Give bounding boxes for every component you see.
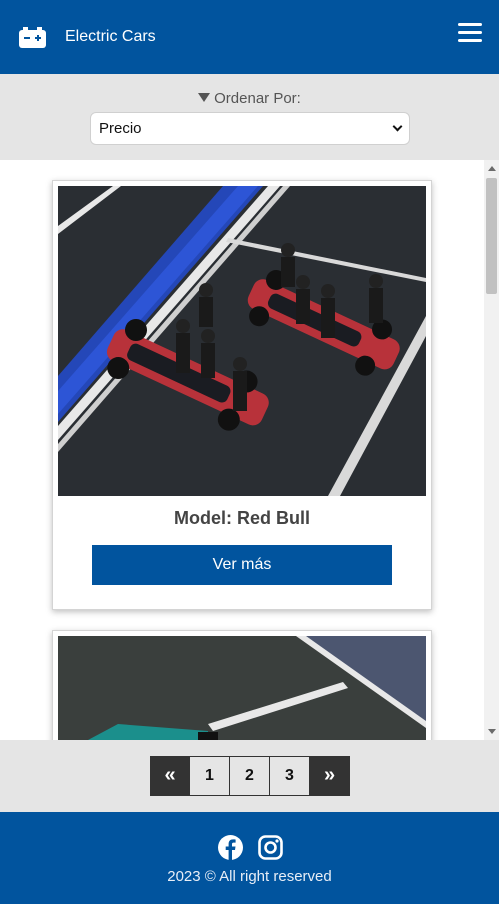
sort-label: Ordenar Por: xyxy=(0,90,499,107)
page-1-button[interactable]: 1 xyxy=(190,756,230,796)
page-2-button[interactable]: 2 xyxy=(230,756,270,796)
car-battery-icon xyxy=(19,27,46,48)
view-more-button[interactable]: Ver más xyxy=(92,545,392,585)
sort-bar: Ordenar Por: Precio xyxy=(0,74,499,160)
sort-selected-value: Precio xyxy=(99,120,142,137)
social-links xyxy=(218,835,283,860)
scroll-down-icon[interactable] xyxy=(488,729,496,734)
copyright-text: 2023 © All right reserved xyxy=(167,868,332,885)
content-scrollbar[interactable] xyxy=(484,160,499,740)
page-3-button[interactable]: 3 xyxy=(270,756,310,796)
app-header: Electric Cars xyxy=(0,0,499,74)
brand-name[interactable]: Electric Cars xyxy=(65,28,156,46)
car-image xyxy=(58,186,426,496)
app-footer: 2023 © All right reserved xyxy=(0,812,499,904)
pagination-bar: « 1 2 3 » xyxy=(0,740,499,812)
car-card xyxy=(52,630,432,740)
sort-label-text: Ordenar Por: xyxy=(214,90,301,107)
scroll-up-icon[interactable] xyxy=(488,166,496,171)
facebook-icon[interactable] xyxy=(218,835,243,860)
chevron-down-icon xyxy=(392,121,403,132)
pagination: « 1 2 3 » xyxy=(150,756,350,796)
car-card: Model: Red Bull Ver más xyxy=(52,180,432,610)
car-list: Model: Red Bull Ver más xyxy=(0,160,484,740)
sort-select[interactable]: Precio xyxy=(90,112,410,145)
prev-page-button[interactable]: « xyxy=(150,756,190,796)
next-page-button[interactable]: » xyxy=(310,756,350,796)
filter-icon xyxy=(198,93,211,102)
scroll-thumb[interactable] xyxy=(486,178,497,294)
hamburger-menu-icon[interactable] xyxy=(458,23,482,45)
instagram-icon[interactable] xyxy=(258,835,283,860)
car-image xyxy=(58,636,426,740)
card-title: Model: Red Bull xyxy=(174,508,310,528)
